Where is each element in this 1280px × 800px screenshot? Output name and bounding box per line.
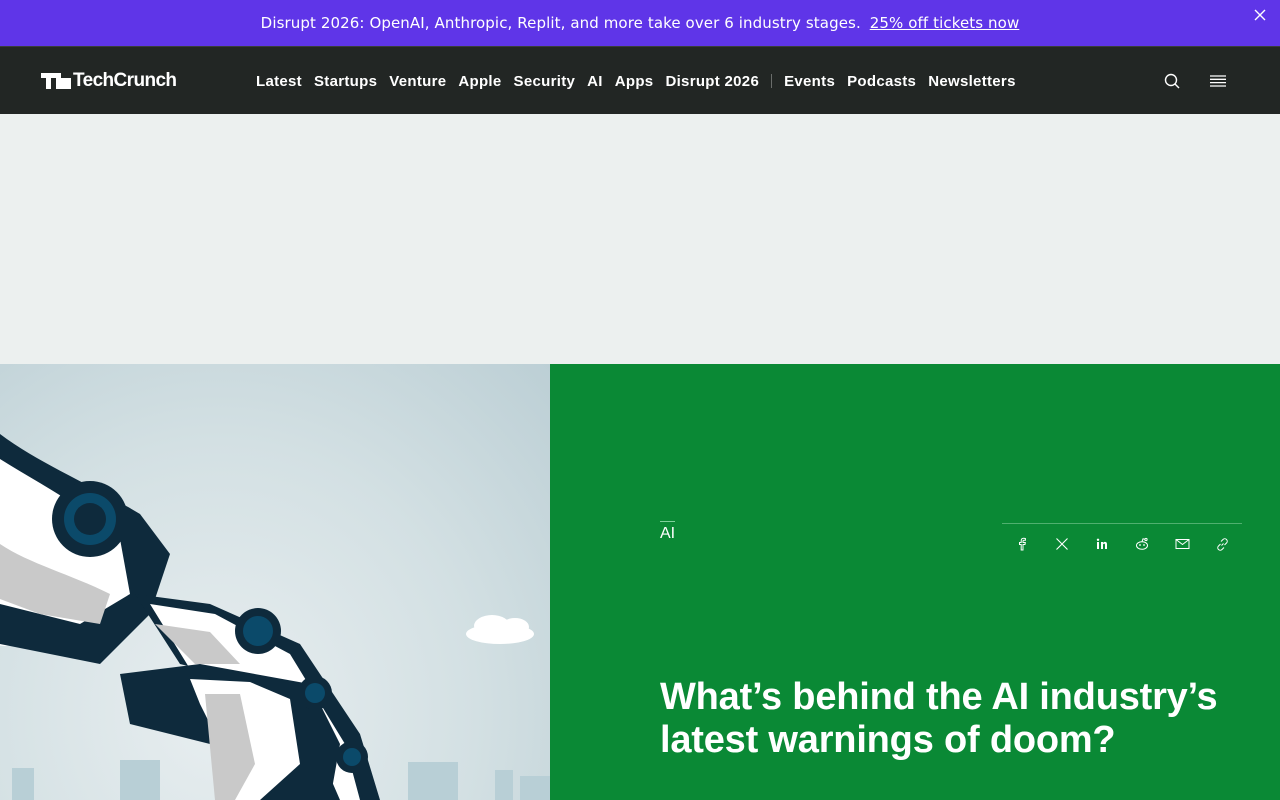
email-icon — [1175, 539, 1189, 549]
menu-button[interactable] — [1209, 72, 1227, 90]
share-email-button[interactable] — [1172, 534, 1192, 554]
article-title: What’s behind the AI industry’s latest w… — [660, 676, 1218, 761]
close-banner-button[interactable] — [1250, 5, 1270, 25]
x-icon — [1056, 538, 1068, 550]
hamburger-icon — [1210, 75, 1226, 87]
linkedin-icon — [1096, 538, 1107, 549]
share-facebook-button[interactable] — [1012, 534, 1032, 554]
ad-slot — [0, 114, 1280, 364]
techcrunch-logo[interactable]: TechCrunch — [41, 70, 177, 91]
reddit-icon — [1136, 537, 1148, 550]
share-linkedin-button[interactable] — [1092, 534, 1112, 554]
tc-logo-icon — [41, 73, 71, 89]
close-icon — [1254, 9, 1266, 21]
promo-banner: Disrupt 2026: OpenAI, Anthropic, Replit,… — [0, 0, 1280, 46]
share-rule — [1002, 523, 1242, 524]
promo-tickets-link[interactable]: 25% off tickets now — [870, 14, 1020, 32]
nav-divider — [771, 74, 773, 88]
promo-message: Disrupt 2026: OpenAI, Anthropic, Replit,… — [261, 14, 1020, 32]
nav-item-podcasts[interactable]: Podcasts — [847, 73, 916, 90]
site-navigation: TechCrunch Latest Startups Venture Apple… — [0, 46, 1280, 114]
share-bar — [1012, 534, 1252, 554]
search-icon — [1164, 73, 1180, 89]
nav-item-startups[interactable]: Startups — [314, 73, 377, 90]
share-reddit-button[interactable] — [1132, 534, 1152, 554]
logo-wordmark: TechCrunch — [73, 70, 177, 91]
promo-text: Disrupt 2026: OpenAI, Anthropic, Replit,… — [260, 14, 861, 32]
nav-item-ai[interactable]: AI — [587, 73, 603, 90]
nav-item-venture[interactable]: Venture — [389, 73, 446, 90]
article-hero-image — [0, 364, 550, 800]
category-rule — [660, 521, 675, 522]
search-button[interactable] — [1163, 72, 1181, 90]
nav-item-disrupt[interactable]: Disrupt 2026 — [665, 73, 759, 90]
share-x-button[interactable] — [1052, 534, 1072, 554]
main-menu: Latest Startups Venture Apple Security A… — [256, 47, 1028, 115]
robot-hand-illustration — [0, 434, 550, 800]
facebook-icon — [1019, 537, 1026, 551]
nav-item-latest[interactable]: Latest — [256, 73, 302, 90]
nav-item-apple[interactable]: Apple — [458, 73, 501, 90]
nav-item-events[interactable]: Events — [784, 73, 835, 90]
nav-item-security[interactable]: Security — [514, 73, 576, 90]
nav-item-newsletters[interactable]: Newsletters — [928, 73, 1016, 90]
article-category-link[interactable]: AI — [660, 525, 675, 543]
copy-link-button[interactable] — [1212, 534, 1232, 554]
nav-item-apps[interactable]: Apps — [615, 73, 654, 90]
link-icon — [1216, 537, 1228, 551]
